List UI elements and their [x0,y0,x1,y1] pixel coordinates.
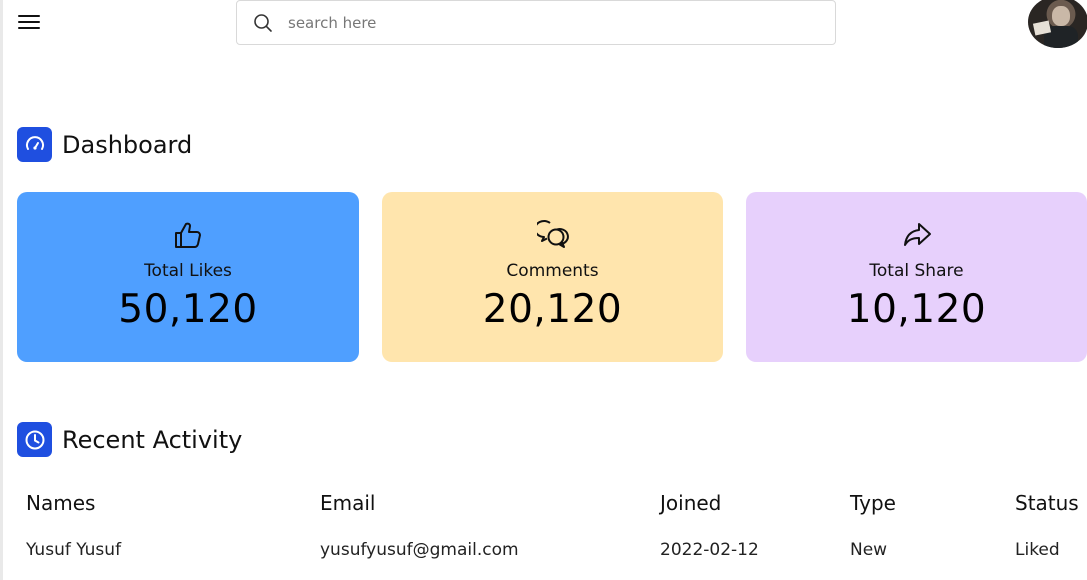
share-arrow-icon [900,218,934,252]
share-card[interactable]: Total Share 10,120 [746,192,1087,362]
search-icon [252,12,274,34]
cell-joined: 2022-02-12 [660,540,759,560]
column-header-names[interactable]: Names [26,491,95,515]
page-title: Dashboard [62,130,193,159]
speedometer-icon [17,127,52,162]
column-header-email[interactable]: Email [320,491,376,515]
card-value: 50,120 [118,287,258,332]
chat-bubbles-icon [536,218,570,252]
column-header-joined[interactable]: Joined [660,491,721,515]
cell-email: yusufyusuf@gmail.com [320,540,519,560]
thumbs-up-icon [171,218,205,252]
cell-name: Yusuf Yusuf [26,540,122,560]
section-title: Recent Activity [62,425,243,454]
card-value: 20,120 [482,287,623,332]
recent-activity-header: Recent Activity [17,422,242,457]
card-value: 10,120 [846,287,987,332]
avatar[interactable] [1028,0,1087,48]
card-label: Total Share [869,261,964,281]
card-label: Comments [506,261,599,281]
clock-icon [17,422,52,457]
comments-card[interactable]: Comments 20,120 [382,192,723,362]
column-header-status[interactable]: Status [1015,491,1079,515]
column-header-type[interactable]: Type [850,491,896,515]
card-label: Total Likes [144,261,232,281]
likes-card[interactable]: Total Likes 50,120 [17,192,359,362]
cell-type: New [850,540,888,560]
search-input[interactable] [288,13,808,32]
left-divider [0,0,3,580]
dashboard-header: Dashboard [17,127,192,162]
search-bar[interactable] [236,0,836,45]
cell-status: Liked [1015,540,1060,560]
hamburger-menu-icon[interactable] [18,12,42,32]
